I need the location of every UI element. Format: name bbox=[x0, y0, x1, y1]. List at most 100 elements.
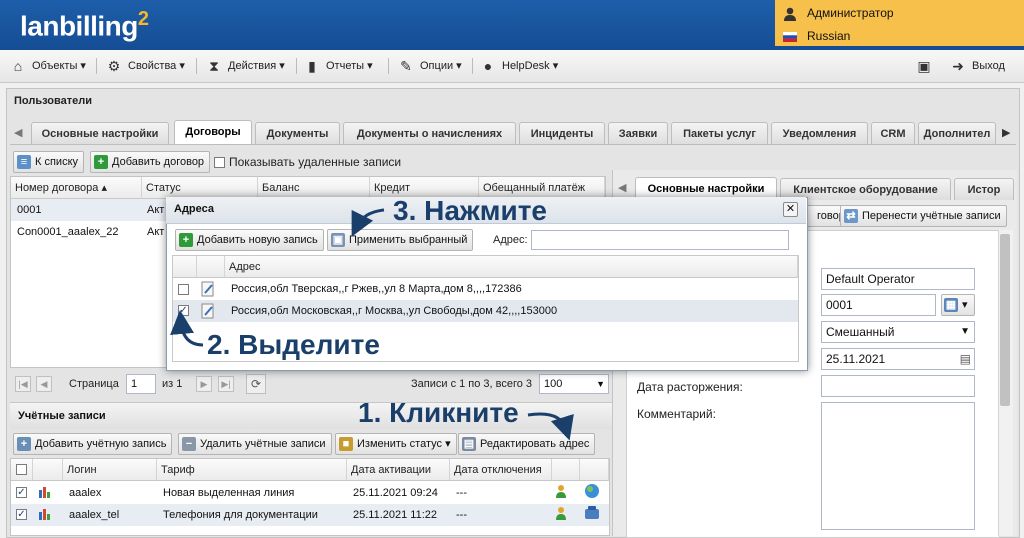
user-box: Администратор Russian bbox=[775, 0, 1024, 46]
row-checkbox[interactable]: ✓ bbox=[178, 305, 189, 316]
menu-options[interactable]: ✎ Опции ▾ bbox=[398, 50, 462, 82]
internet-icon[interactable] bbox=[584, 483, 600, 499]
tab-charge-documents[interactable]: Документы о начислениях bbox=[343, 122, 516, 144]
show-deleted-label: Показывать удаленные записи bbox=[229, 155, 402, 169]
add-contract-button[interactable]: + Добавить договор bbox=[90, 151, 211, 173]
next-page-icon[interactable]: ▶ bbox=[196, 376, 212, 392]
current-user[interactable]: Администратор bbox=[783, 2, 894, 24]
panel-title: Пользователи bbox=[14, 95, 93, 107]
calendar-icon[interactable]: ▤ bbox=[960, 349, 971, 369]
page-size-select[interactable]: 100 ▼ bbox=[539, 374, 609, 394]
details-tab-scroll-left-icon[interactable]: ◀ bbox=[618, 181, 626, 194]
menu-objects[interactable]: ⌂ Объекты ▾ bbox=[10, 50, 86, 82]
col-extra-2 bbox=[580, 459, 609, 481]
menu-helpdesk[interactable]: ● HelpDesk ▾ bbox=[480, 50, 559, 82]
document-edit-icon bbox=[201, 303, 214, 319]
user-status-icon[interactable] bbox=[554, 484, 568, 498]
app-logo: lanbilling2 bbox=[20, 8, 149, 42]
tab-main-settings[interactable]: Основные настройки bbox=[31, 122, 169, 144]
add-address-button[interactable]: + Добавить новую запись bbox=[175, 229, 324, 251]
document-edit-icon bbox=[201, 281, 214, 297]
bar-chart-icon: ▮ bbox=[308, 58, 316, 75]
col-activation-date[interactable]: Дата активации bbox=[347, 459, 450, 481]
tab-incidents[interactable]: Инциденты bbox=[519, 122, 605, 144]
change-status-button[interactable]: ■ Изменить статус ▾ bbox=[335, 433, 457, 455]
phone-icon[interactable] bbox=[584, 505, 600, 521]
delete-accounts-button[interactable]: − Удалить учётные записи bbox=[178, 433, 332, 455]
edit-address-button[interactable]: ▤ Редактировать адрес bbox=[458, 433, 596, 455]
tab-scroll-right-icon[interactable]: ▶ bbox=[1002, 126, 1010, 139]
list-icon: ≡ bbox=[17, 155, 31, 170]
col-address[interactable]: Адрес bbox=[225, 256, 798, 278]
refresh-icon[interactable]: ⟳ bbox=[246, 374, 266, 394]
contract-date-field[interactable]: 25.11.2021 ▤ bbox=[821, 348, 975, 370]
col-icon bbox=[197, 256, 225, 278]
user-icon bbox=[784, 7, 796, 21]
menu-actions[interactable]: ⧗ Действия ▾ bbox=[206, 50, 285, 82]
address-value: Россия,обл Московская,,г Москва,,ул Своб… bbox=[231, 305, 558, 317]
contract-number: Con0001_aaalex_22 bbox=[17, 226, 119, 238]
row-checkbox[interactable] bbox=[178, 284, 189, 295]
russian-flag-icon bbox=[783, 31, 797, 42]
page-input[interactable]: 1 bbox=[126, 374, 156, 394]
tab-notifications[interactable]: Уведомления bbox=[771, 122, 868, 144]
close-icon[interactable]: ✕ bbox=[783, 202, 798, 217]
tab-crm[interactable]: CRM bbox=[871, 122, 915, 144]
tab-scroll-left-icon[interactable]: ◀ bbox=[14, 126, 22, 139]
page-label: Страница bbox=[69, 378, 119, 390]
add-account-button[interactable]: + Добавить учётную запись bbox=[13, 433, 173, 455]
col-login[interactable]: Логин bbox=[63, 459, 157, 481]
tab-documents[interactable]: Документы bbox=[255, 122, 340, 144]
table-icon: ▦ bbox=[944, 298, 958, 313]
tab-additional[interactable]: Дополнител bbox=[918, 122, 996, 144]
prev-page-icon[interactable]: ◀ bbox=[36, 376, 52, 392]
col-balance[interactable]: Баланс bbox=[258, 177, 370, 199]
address-search-input[interactable] bbox=[531, 230, 789, 250]
tab-history[interactable]: Истор bbox=[954, 178, 1014, 200]
apply-selected-button[interactable]: ▣ Применить выбранный bbox=[327, 229, 474, 251]
contract-number-field[interactable]: 0001 bbox=[821, 294, 936, 316]
step-3-annotation: 3. Нажмите bbox=[393, 195, 547, 226]
row-checkbox[interactable]: ✓ bbox=[16, 509, 27, 520]
tool-icon: ▣ bbox=[917, 58, 931, 75]
comment-field[interactable] bbox=[821, 402, 975, 530]
col-status[interactable]: Статус bbox=[142, 177, 258, 199]
account-login: aaalex_tel bbox=[69, 509, 120, 521]
transfer-accounts-button[interactable]: ⇄ Перенести учётные записи bbox=[840, 205, 1007, 227]
scrollbar-thumb[interactable] bbox=[1000, 234, 1010, 406]
last-page-icon[interactable]: ▶| bbox=[218, 376, 234, 392]
page-count: из 1 bbox=[162, 378, 183, 390]
tab-contracts[interactable]: Договоры bbox=[174, 120, 252, 144]
apply-icon: ▣ bbox=[331, 233, 345, 248]
operator-field[interactable]: Default Operator bbox=[821, 268, 975, 290]
address-value: Россия,обл Тверская,,г Ржев,,ул 8 Марта,… bbox=[231, 283, 522, 295]
tab-requests[interactable]: Заявки bbox=[608, 122, 668, 144]
account-disconnection: --- bbox=[456, 509, 467, 521]
col-tariff[interactable]: Тариф bbox=[157, 459, 347, 481]
contract-number: 0001 bbox=[17, 204, 42, 216]
contract-number-picker[interactable]: ▦ ▾ bbox=[941, 294, 975, 316]
wrench-icon: ✎ bbox=[400, 58, 412, 75]
menu-properties[interactable]: ⚙ Свойства ▾ bbox=[106, 50, 185, 82]
row-checkbox[interactable]: ✓ bbox=[16, 487, 27, 498]
user-status-icon[interactable] bbox=[554, 506, 568, 520]
add-account-icon: + bbox=[17, 437, 31, 452]
bar-chart-icon bbox=[39, 509, 50, 520]
account-tariff: Новая выделенная линия bbox=[163, 487, 295, 499]
tab-service-packages[interactable]: Пакеты услуг bbox=[671, 122, 768, 144]
menu-reports[interactable]: ▮ Отчеты ▾ bbox=[304, 50, 372, 82]
col-contract-number[interactable]: Номер договора ▴ bbox=[11, 177, 142, 199]
contract-type-select[interactable]: Смешанный ▼ bbox=[821, 321, 975, 343]
col-select bbox=[173, 256, 197, 278]
logout-button[interactable]: ➜ Выход bbox=[950, 50, 1005, 82]
col-extra-1 bbox=[552, 459, 580, 481]
select-all-checkbox[interactable] bbox=[16, 464, 27, 475]
col-disconnection-date[interactable]: Дата отключения bbox=[450, 459, 552, 481]
first-page-icon[interactable]: |◀ bbox=[15, 376, 31, 392]
address-icon: ▤ bbox=[462, 437, 476, 452]
show-deleted-checkbox[interactable] bbox=[214, 157, 225, 168]
termination-date-field[interactable] bbox=[821, 375, 975, 397]
tools-button[interactable]: ▣ bbox=[916, 50, 938, 82]
language-selector[interactable]: Russian bbox=[783, 25, 850, 47]
to-list-button[interactable]: ≡ К списку bbox=[13, 151, 85, 173]
